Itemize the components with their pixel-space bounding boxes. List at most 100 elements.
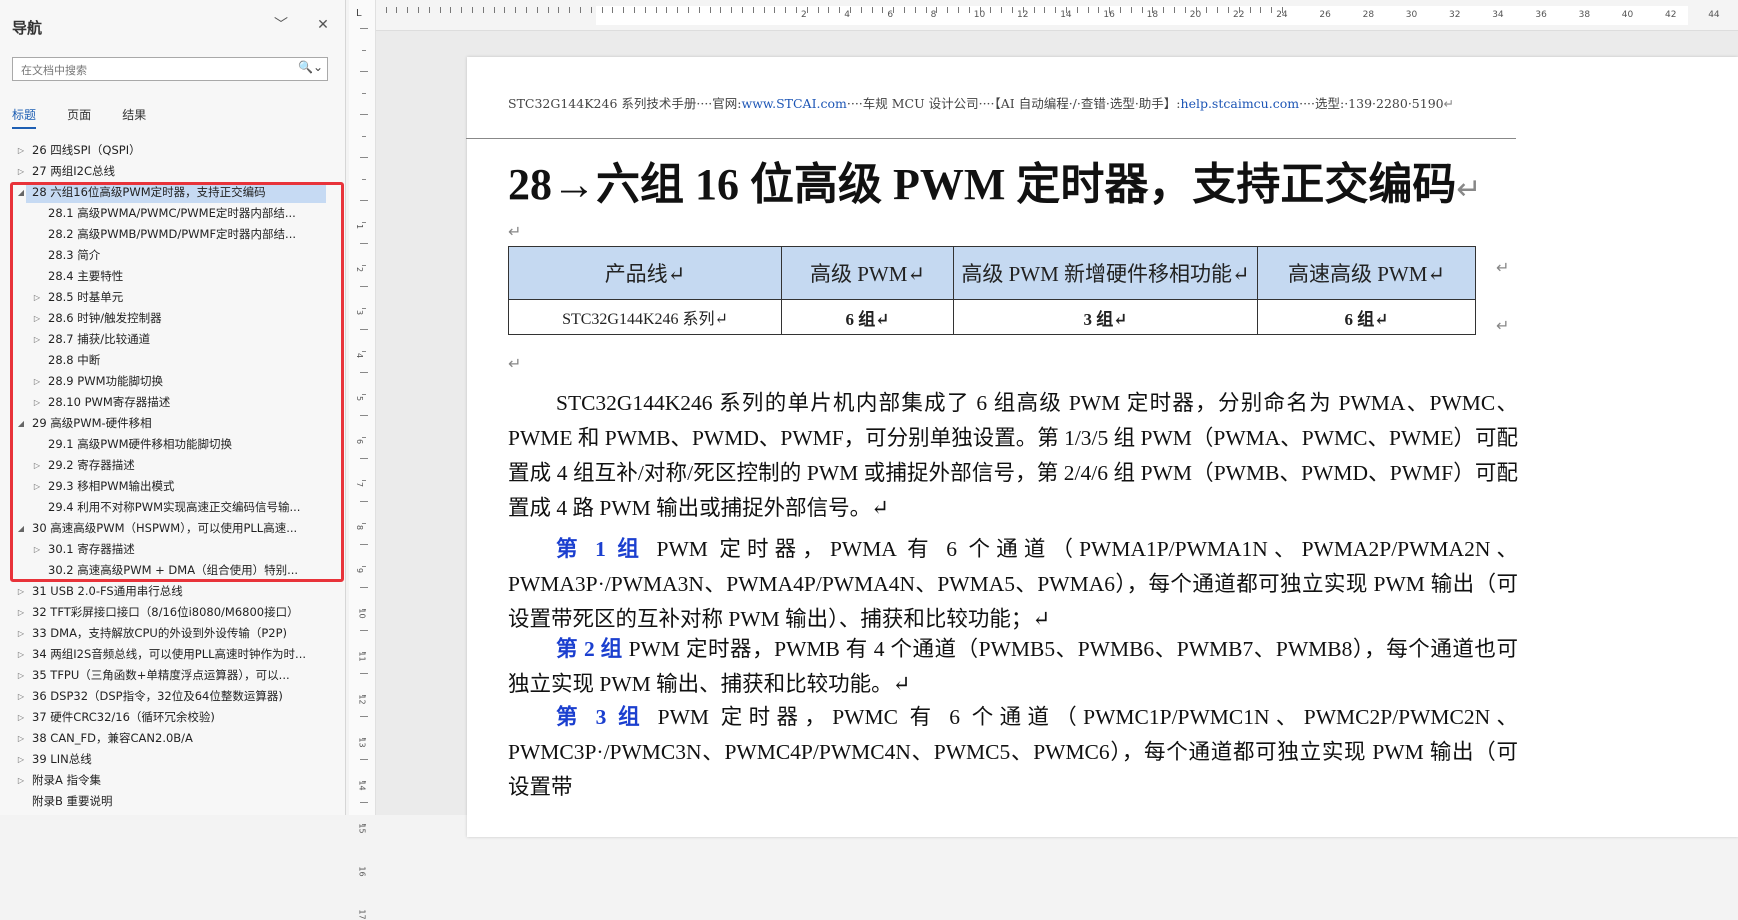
ruler-tick	[958, 7, 959, 13]
expand-arrow-icon[interactable]: ▷	[32, 539, 42, 560]
ruler-tick	[407, 7, 409, 13]
nav-tree-item[interactable]: ▷ 35 TFPU（三角函数+单精度浮点运算器），可以...	[0, 665, 345, 686]
nav-tree-item[interactable]: ▷ 37 硬件CRC32/16（循环冗余校验)	[0, 707, 345, 728]
table-header-cell[interactable]: 高级 PWM↵	[781, 246, 954, 300]
paragraph-mark: ↵	[1443, 96, 1455, 111]
nav-tree-item[interactable]: ▷ 28.7 捕获/比较通道	[0, 329, 345, 350]
nav-tree-item[interactable]: 28.1 高级PWMA/PWMC/PWME定时器内部结...	[0, 203, 345, 224]
nav-tree-item[interactable]: 29.4 利用不对称PWM实现高速正交编码信号输...	[0, 497, 345, 518]
search-box: 🔍⌄	[12, 57, 328, 81]
vertical-ruler[interactable]: 1 2 3 4 5 6 7 8 9 10 11 12 13 14 15 16 17	[349, 0, 376, 920]
table-header-cell[interactable]: 产品线↵	[508, 246, 782, 300]
ruler-tick	[362, 479, 366, 481]
ruler-tick	[828, 7, 830, 13]
ruler-tick	[360, 157, 368, 158]
group2-paragraph[interactable]: 第 2 组 PWM 定时器，PWMB 有 4 个通道（PWMB5、PWMB6、P…	[508, 632, 1518, 702]
ruler-tick	[731, 7, 733, 13]
close-icon[interactable]: ✕	[312, 14, 334, 36]
nav-tree-item[interactable]: 28.4 主要特性	[0, 266, 345, 287]
nav-tree-item[interactable]: 附录B 重要说明	[0, 791, 345, 812]
expand-arrow-icon[interactable]: ▷	[16, 707, 26, 728]
group3-label: 第 3 组	[556, 705, 646, 729]
nav-tree-item[interactable]: ▷ 31 USB 2.0-FS通用串行总线	[0, 581, 345, 602]
nav-tree-item[interactable]: ▷ 34 两组I2S音频总线，可以使用PLL高速时钟作为时...	[0, 644, 345, 665]
nav-tree-item[interactable]: ▷ 36 DSP32（DSP指令，32位及64位整数运算器)	[0, 686, 345, 707]
collapse-arrow-icon[interactable]: ◢	[16, 518, 26, 539]
nav-tree-item[interactable]: ▷ 38 CAN_FD，兼容CAN2.0B/A	[0, 728, 345, 749]
nav-tree-item[interactable]: ▷ 29.3 移相PWM输出模式	[0, 476, 345, 497]
expand-arrow-icon[interactable]: ▷	[32, 476, 42, 497]
ruler-tick	[362, 565, 366, 567]
expand-arrow-icon[interactable]: ▷	[32, 392, 42, 413]
tab-results[interactable]: 结果	[122, 106, 146, 127]
collapse-arrow-icon[interactable]: ◢	[16, 182, 26, 203]
ruler-tick	[1012, 7, 1013, 13]
tab-stop-marker[interactable]: L	[356, 8, 362, 19]
nav-tree-item[interactable]: 28.3 简介	[0, 245, 345, 266]
expand-arrow-icon[interactable]: ▷	[32, 329, 42, 350]
expand-arrow-icon[interactable]: ▷	[32, 371, 42, 392]
tab-headings[interactable]: 标题	[12, 106, 37, 129]
nav-tree-item[interactable]: ▷ 28.10 PWM寄存器描述	[0, 392, 345, 413]
nav-tree-item[interactable]: ▷ 28.5 时基单元	[0, 287, 345, 308]
group3-paragraph[interactable]: 第 3 组 PWM 定时器，PWMC 有 6 个通道（PWMC1P/PWMC1N…	[508, 700, 1518, 805]
expand-arrow-icon[interactable]: ▷	[16, 728, 26, 749]
nav-tree-item[interactable]: ◢ 28 六组16位高级PWM定时器，支持正交编码	[18, 182, 326, 203]
header-link-help[interactable]: help.stcaimcu.com	[1181, 96, 1300, 111]
expand-arrow-icon[interactable]: ▷	[16, 140, 26, 161]
table-cell[interactable]: 6 组↵	[781, 299, 954, 335]
ruler-tick	[742, 7, 743, 13]
nav-tree-item[interactable]: ▷ 30.1 寄存器描述	[0, 539, 345, 560]
nav-tree-item-label: 28.10 PWM寄存器描述	[48, 395, 171, 409]
search-icon[interactable]: 🔍⌄	[298, 60, 323, 74]
expand-arrow-icon[interactable]: ▷	[16, 644, 26, 665]
table-header-cell[interactable]: 高级 PWM 新增硬件移相功能↵	[953, 246, 1258, 300]
ruler-tick	[1282, 7, 1283, 13]
nav-tree-item[interactable]: ▷ 29.2 寄存器描述	[0, 455, 345, 476]
expand-arrow-icon[interactable]: ▷	[16, 161, 26, 182]
nav-tree-item[interactable]: ◢ 30 高速高级PWM（HSPWM），可以使用PLL高速...	[0, 518, 345, 539]
nav-tree-item[interactable]: ▷ 33 DMA，支持解放CPU的外设到外设传输（P2P)	[0, 623, 345, 644]
expand-arrow-icon[interactable]: ▷	[16, 686, 26, 707]
expand-arrow-icon[interactable]: ▷	[16, 749, 26, 770]
group1-paragraph[interactable]: 第 1 组 PWM 定时器，PWMA 有 6 个通道（PWMA1P/PWMA1N…	[508, 532, 1518, 637]
nav-tree-item[interactable]: ▷ 28.6 时钟/触发控制器	[0, 308, 345, 329]
intro-paragraph[interactable]: STC32G144K246 系列的单片机内部集成了 6 组高级 PWM 定时器，…	[508, 386, 1518, 526]
expand-arrow-icon[interactable]: ▷	[32, 455, 42, 476]
nav-tree-item[interactable]: ▷ 32 TFT彩屏接口接口（8/16位i8080/M6800接口）	[0, 602, 345, 623]
tab-pages[interactable]: 页面	[67, 106, 91, 127]
table-header-cell[interactable]: 高速高级 PWM↵	[1257, 246, 1476, 300]
search-input[interactable]	[19, 60, 293, 80]
ruler-tick	[709, 7, 711, 13]
expand-arrow-icon[interactable]: ▷	[16, 665, 26, 686]
nav-tree-item[interactable]: 30.2 高速高级PWM + DMA（组合使用）特别...	[0, 560, 345, 581]
ruler-tick	[362, 436, 366, 438]
nav-tree-item[interactable]: ▷ 27 两组I2C总线	[0, 161, 345, 182]
nav-tree-item[interactable]: 28.2 高级PWMB/PWMD/PWMF定时器内部结...	[0, 224, 345, 245]
nav-tree-item[interactable]: ◢ 29 高级PWM-硬件移相	[0, 413, 345, 434]
ruler-tick	[990, 7, 992, 13]
nav-tree-item[interactable]: ▷ 39 LIN总线	[0, 749, 345, 770]
header-link-website[interactable]: www.STCAI.com	[742, 96, 847, 111]
expand-arrow-icon[interactable]: ▷	[16, 581, 26, 602]
nav-tree-item[interactable]: 29.1 高级PWM硬件移相功能脚切换	[0, 434, 345, 455]
ruler-tick	[634, 7, 635, 13]
nav-tabs: 标题 页面 结果	[12, 104, 172, 129]
table-cell[interactable]: STC32G144K246 系列↵	[508, 299, 782, 335]
expand-arrow-icon[interactable]: ▷	[16, 602, 26, 623]
chevron-down-icon[interactable]: ﹀	[270, 14, 292, 36]
table-cell[interactable]: 6 组↵	[1257, 299, 1476, 335]
collapse-arrow-icon[interactable]: ◢	[16, 413, 26, 434]
table-cell[interactable]: 3 组↵	[953, 299, 1258, 335]
expand-arrow-icon[interactable]: ▷	[32, 287, 42, 308]
chapter-title[interactable]: 28→六组 16 位高级 PWM 定时器，支持正交编码↵	[508, 148, 1482, 212]
horizontal-ruler[interactable]: L 2 4 6 8 10 12 14 16 18 20 22 24 26 28 30 32 34 36 38 40 42…	[356, 0, 1738, 31]
expand-arrow-icon[interactable]: ▷	[16, 623, 26, 644]
nav-tree-item[interactable]: ▷ 26 四线SPI（QSPI）	[0, 140, 345, 161]
nav-tree-item[interactable]: 28.8 中断	[0, 350, 345, 371]
expand-arrow-icon[interactable]: ▷	[32, 308, 42, 329]
nav-tree-item[interactable]: ▷ 附录A 指令集	[0, 770, 345, 791]
nav-tree-item[interactable]: ▷ 28.9 PWM功能脚切换	[0, 371, 345, 392]
nav-tree-item-label: 28.6 时钟/触发控制器	[48, 311, 162, 325]
expand-arrow-icon[interactable]: ▷	[16, 770, 26, 791]
